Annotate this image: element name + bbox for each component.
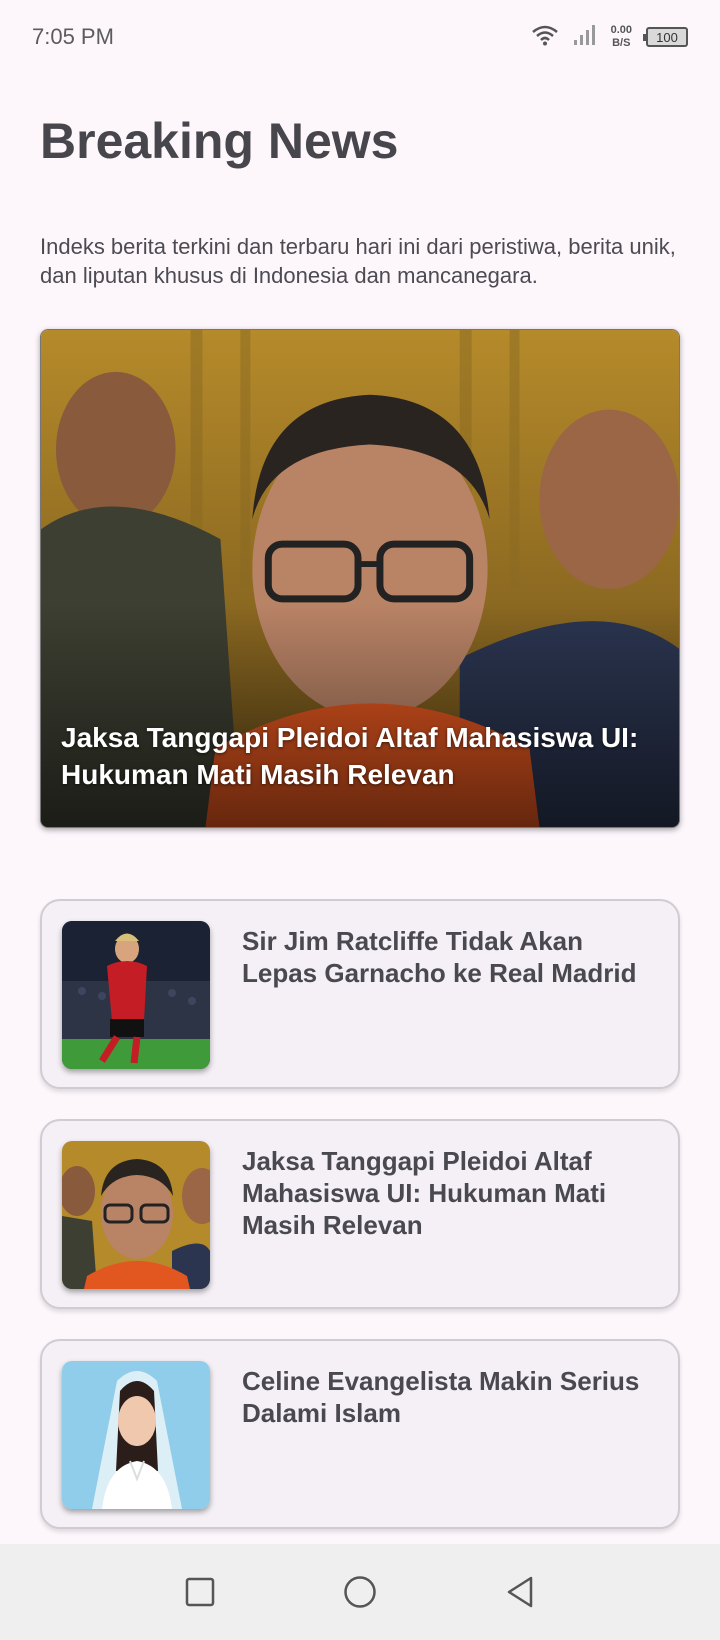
news-list: Sir Jim Ratcliffe Tidak Akan Lepas Garna… bbox=[40, 899, 680, 1559]
wifi-icon bbox=[531, 24, 559, 51]
triangle-back-icon bbox=[507, 1576, 533, 1608]
news-card[interactable]: Jaksa Tanggapi Pleidoi Altaf Mahasiswa U… bbox=[40, 1119, 680, 1309]
news-card[interactable]: Sir Jim Ratcliffe Tidak Akan Lepas Garna… bbox=[40, 899, 680, 1089]
news-title: Sir Jim Ratcliffe Tidak Akan Lepas Garna… bbox=[242, 926, 637, 988]
net-speed-unit: B/S bbox=[612, 37, 631, 49]
news-card[interactable]: Celine Evangelista Makin Serius Dalami I… bbox=[40, 1339, 680, 1529]
home-button[interactable] bbox=[340, 1572, 380, 1612]
status-time: 7:05 PM bbox=[32, 24, 114, 49]
news-title: Celine Evangelista Makin Serius Dalami I… bbox=[242, 1366, 640, 1428]
hero-news-card[interactable]: Jaksa Tanggapi Pleidoi Altaf Mahasiswa U… bbox=[40, 329, 680, 828]
battery-icon: 100 bbox=[643, 27, 688, 47]
battery-level: 100 bbox=[656, 29, 678, 45]
status-icons: 0.00 B/S 100 bbox=[531, 24, 688, 51]
recents-button[interactable] bbox=[180, 1572, 220, 1612]
news-thumbnail bbox=[62, 1141, 210, 1289]
net-speed-value: 0.00 bbox=[610, 24, 632, 36]
news-thumbnail bbox=[62, 921, 210, 1069]
net-speed: 0.00 B/S bbox=[611, 24, 632, 50]
back-button[interactable] bbox=[500, 1572, 540, 1612]
hero-title: Jaksa Tanggapi Pleidoi Altaf Mahasiswa U… bbox=[61, 722, 639, 790]
square-icon bbox=[185, 1577, 215, 1607]
status-bar: 7:05 PM 0.00 B/S 100 bbox=[0, 0, 720, 74]
system-nav-bar bbox=[0, 1544, 720, 1640]
circle-icon bbox=[344, 1576, 376, 1608]
news-thumbnail bbox=[62, 1361, 210, 1509]
page-description: Indeks berita terkini dan terbaru hari i… bbox=[40, 234, 676, 288]
page-title: Breaking News bbox=[40, 113, 399, 169]
signal-icon bbox=[573, 24, 597, 51]
news-title: Jaksa Tanggapi Pleidoi Altaf Mahasiswa U… bbox=[242, 1146, 607, 1240]
